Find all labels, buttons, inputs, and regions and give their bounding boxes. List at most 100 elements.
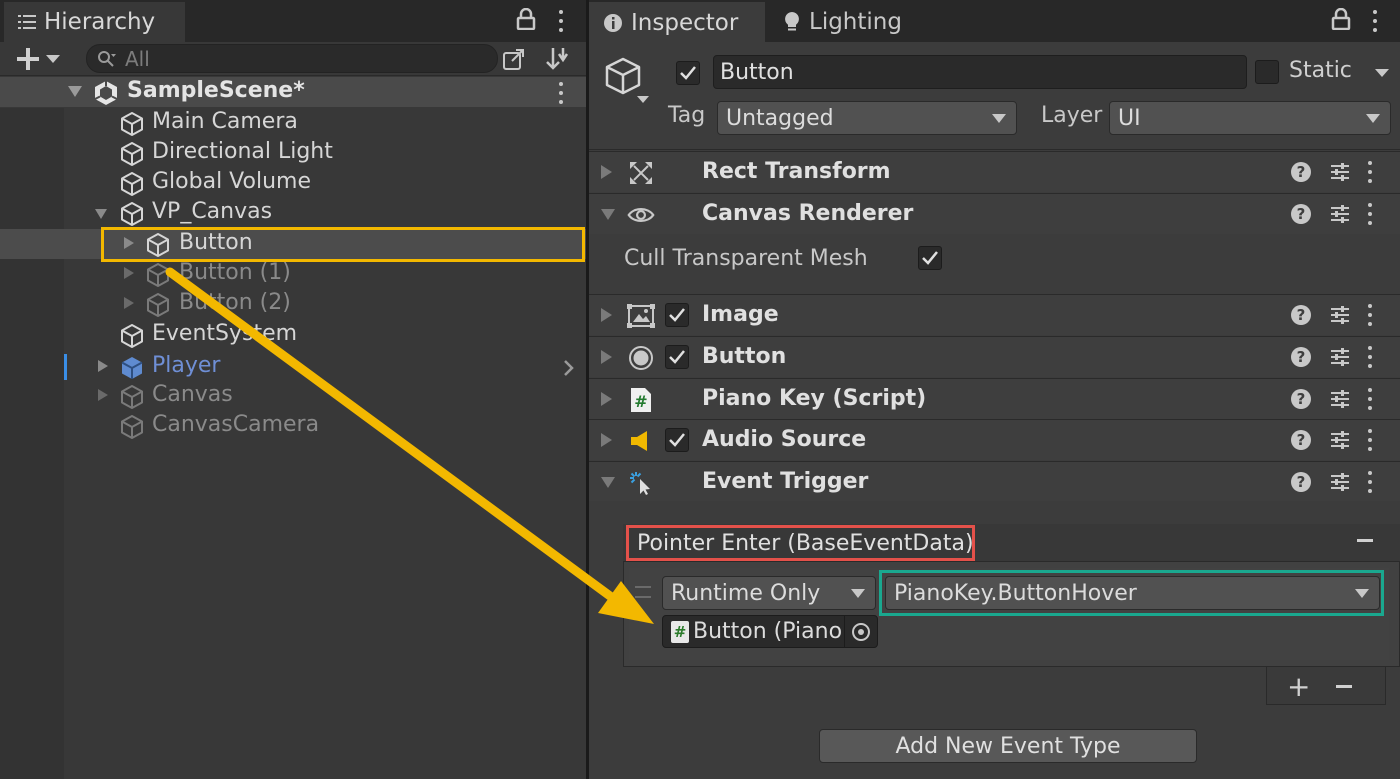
audio-enabled-checkbox[interactable] [665,428,689,452]
runtime-dropdown[interactable]: Runtime Only [662,576,876,610]
listener-add-remove-box [1266,667,1386,705]
component-image[interactable]: Image ? [589,294,1400,335]
hierarchy-item-canvascamera[interactable]: CanvasCamera [0,411,586,441]
remove-listener-icon[interactable] [1336,685,1352,688]
gameobject-cube-icon [121,202,143,226]
object-name-field[interactable]: Button [713,55,1247,89]
component-menu-icon[interactable] [1367,471,1373,493]
expand-arrow-icon[interactable] [601,433,612,447]
scene-name: SampleScene* [127,78,305,103]
collapse-arrow-icon[interactable] [601,477,615,488]
checkmark-icon [669,308,685,322]
presets-icon[interactable] [1329,388,1351,410]
hierarchy-item-directional-light[interactable]: Directional Light [0,138,586,168]
lock-icon[interactable] [1331,7,1351,31]
list-icon [18,14,36,30]
hierarchy-item-label: CanvasCamera [152,412,320,437]
active-checkbox[interactable] [676,61,700,85]
hierarchy-item-canvas[interactable]: Canvas [0,381,586,411]
search-input[interactable]: All [86,44,498,73]
tab-inspector[interactable]: Inspector [589,2,765,42]
collapse-arrow-icon[interactable] [98,360,108,372]
hierarchy-item-eventsystem[interactable]: EventSystem [0,320,586,350]
cull-checkbox[interactable] [918,246,942,270]
component-piano-key-script[interactable]: # Piano Key (Script) ? [589,378,1400,419]
presets-icon[interactable] [1329,346,1351,368]
scene-visibility-icon [503,49,524,70]
scene-menu-icon[interactable] [558,82,564,104]
scene-header-row[interactable]: SampleScene* [0,77,586,107]
chevron-right-icon[interactable] [563,359,575,377]
tag-dropdown[interactable]: Untagged [717,101,1017,135]
more-icon[interactable] [1372,10,1378,32]
layer-dropdown[interactable]: UI [1109,101,1391,135]
component-button[interactable]: Button ? [589,336,1400,377]
gameobject-cube-icon [121,385,143,409]
expand-arrow-icon[interactable] [601,165,612,179]
expand-arrow-icon[interactable] [601,350,612,364]
speaker-icon [627,427,655,455]
hierarchy-item-main-camera[interactable]: Main Camera [0,108,586,138]
drag-handle-icon[interactable] [635,586,651,598]
tab-lighting[interactable]: Lighting [779,2,949,42]
expand-arrow-icon[interactable] [601,392,612,406]
hierarchy-item-player[interactable]: Player [0,352,586,382]
presets-icon[interactable] [1329,203,1351,225]
collapse-arrow-icon[interactable] [601,209,615,220]
hierarchy-item-button-1[interactable]: Button (1) [0,259,586,289]
presets-icon[interactable] [1329,471,1351,493]
collapse-arrow-icon[interactable] [98,389,108,401]
sort-button[interactable] [540,44,576,74]
component-name: Event Trigger [702,469,869,494]
rect-transform-icon [627,159,655,187]
collapse-arrow-icon[interactable] [124,297,134,309]
help-icon[interactable]: ? [1291,162,1311,182]
presets-icon[interactable] [1329,161,1351,183]
open-in-scene-button[interactable] [496,44,532,74]
hierarchy-item-vp-canvas[interactable]: VP_Canvas [0,198,586,228]
hierarchy-item-button-2[interactable]: Button (2) [0,289,586,319]
component-menu-icon[interactable] [1367,304,1373,326]
component-audio-source[interactable]: Audio Source ? [589,419,1400,460]
help-icon[interactable]: ? [1291,430,1311,450]
lock-icon[interactable] [516,7,536,31]
presets-icon[interactable] [1329,429,1351,451]
target-picker-icon [852,622,870,641]
hierarchy-tabbar: Hierarchy [0,0,586,42]
component-menu-icon[interactable] [1367,161,1373,183]
static-dropdown-icon[interactable] [1375,68,1389,78]
static-checkbox[interactable] [1255,60,1279,84]
chevron-down-icon [1366,114,1380,123]
unity-scene-icon [94,81,118,105]
gameobject-cube-icon[interactable] [601,56,653,106]
help-icon[interactable]: ? [1291,305,1311,325]
help-icon[interactable]: ? [1291,472,1311,492]
component-canvas-renderer[interactable]: Canvas Renderer ? [589,193,1400,234]
collapse-arrow-icon[interactable] [124,267,134,279]
add-listener-icon[interactable]: + [1287,670,1310,703]
inspector-panel: Inspector Lighting Button Static Tag Unt… [589,0,1400,779]
create-button[interactable] [16,44,68,74]
help-icon[interactable]: ? [1291,204,1311,224]
object-picker-button[interactable] [844,615,877,648]
add-new-event-type-button[interactable]: Add New Event Type [819,729,1197,763]
tab-hierarchy[interactable]: Hierarchy [4,2,185,42]
image-enabled-checkbox[interactable] [665,303,689,327]
expand-arrow-icon[interactable] [601,308,612,322]
button-enabled-checkbox[interactable] [665,345,689,369]
component-menu-icon[interactable] [1367,388,1373,410]
hierarchy-item-global-volume[interactable]: Global Volume [0,168,586,198]
component-menu-icon[interactable] [1367,429,1373,451]
component-menu-icon[interactable] [1367,346,1373,368]
component-event-trigger[interactable]: Event Trigger ? [589,461,1400,502]
remove-event-icon[interactable] [1357,539,1373,542]
component-menu-icon[interactable] [1367,203,1373,225]
expand-arrow-icon[interactable] [95,209,107,219]
help-icon[interactable]: ? [1291,347,1311,367]
expand-arrow-icon[interactable] [68,86,82,97]
presets-icon[interactable] [1329,304,1351,326]
more-icon[interactable] [558,10,564,32]
component-rect-transform[interactable]: Rect Transform ? [589,151,1400,192]
layer-label: Layer [1041,103,1103,128]
help-icon[interactable]: ? [1291,389,1311,409]
